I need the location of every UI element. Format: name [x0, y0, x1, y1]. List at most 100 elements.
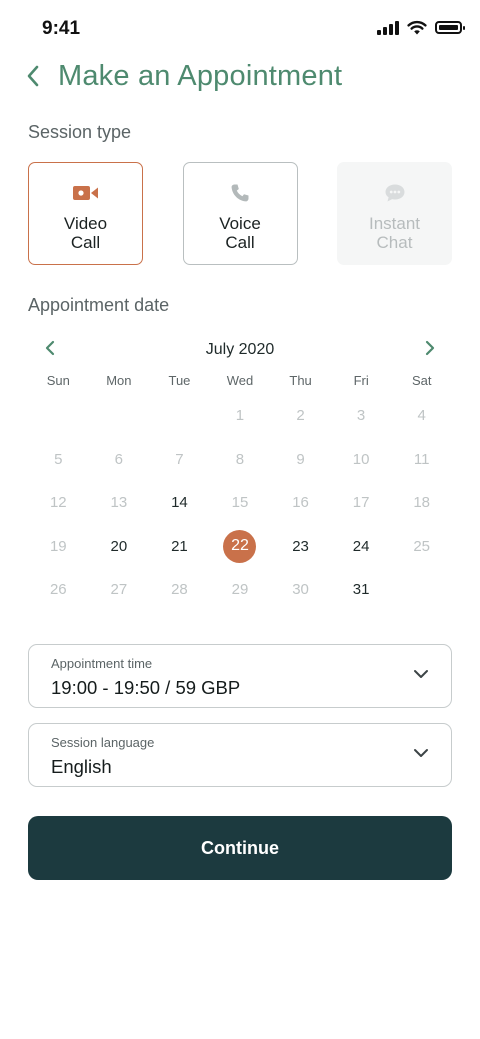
calendar-day: 7: [149, 438, 210, 482]
calendar-day-number: 26: [49, 581, 67, 599]
calendar-day-number: 17: [352, 494, 370, 512]
session-option-label: Instant Chat: [368, 214, 421, 252]
calendar-day-number: 12: [49, 494, 67, 512]
calendar-empty-cell: [28, 394, 89, 438]
calendar-day-selected[interactable]: 22: [210, 525, 271, 569]
session-language-label: Session language: [51, 735, 155, 750]
calendar-day-number: 15: [231, 494, 249, 512]
status-icons: [377, 20, 465, 35]
chevron-right-icon: [425, 340, 435, 356]
session-option-voice-call[interactable]: Voice Call: [182, 162, 298, 265]
weekday-label: Tue: [168, 373, 191, 388]
calendar-day: 13: [89, 481, 150, 525]
calendar-empty-cell: [89, 394, 150, 438]
calendar-day-number: 2: [296, 407, 305, 425]
calendar-day-number: 13: [110, 494, 128, 512]
calendar-day-number: 31: [352, 581, 370, 599]
battery-icon: [435, 21, 465, 34]
weekday-label: Sun: [46, 373, 70, 388]
session-language-dropdown[interactable]: Session language English: [28, 723, 452, 787]
weekday-label: Sat: [412, 373, 432, 388]
calendar-day[interactable]: 24: [331, 525, 392, 569]
continue-button[interactable]: Continue: [28, 816, 452, 880]
calendar-day[interactable]: 31: [331, 568, 392, 612]
calendar-day-number: 18: [413, 494, 430, 512]
calendar-day: 29: [210, 568, 271, 612]
page-title: Make an Appointment: [58, 59, 343, 92]
calendar-day-number: 19: [49, 537, 67, 555]
calendar-day-number: 22: [223, 529, 257, 563]
calendar-day-number: 16: [292, 494, 309, 512]
calendar-day-number: 21: [171, 537, 188, 555]
calendar: July 2020 Sun Mon Tue Wed Thu Fri Sat 12…: [28, 330, 452, 612]
appointment-time-value: 19:00 - 19:50 / 59 GBP: [51, 677, 241, 698]
calendar-day: 9: [270, 438, 331, 482]
calendar-day-number: 23: [292, 537, 309, 555]
calendar-day-number: 8: [235, 450, 245, 468]
calendar-header: July 2020: [28, 330, 452, 368]
video-camera-icon: [72, 181, 100, 205]
calendar-day-number: 28: [171, 581, 188, 599]
calendar-day: 10: [331, 438, 392, 482]
calendar-day-number: 25: [413, 537, 430, 555]
weekday-label: Wed: [226, 373, 254, 388]
calendar-days-grid: 1 2 3 4 5 6 7 8 9 10 11 12 13 14 15 16 17 18 19 20 21 22 23 24 2…: [28, 394, 452, 612]
calendar-day: 5: [28, 438, 89, 482]
chat-bubble-icon: [384, 181, 406, 205]
status-bar: 9:41: [0, 0, 480, 58]
cellular-signal-icon: [377, 20, 399, 35]
calendar-day[interactable]: 20: [89, 525, 150, 569]
calendar-day[interactable]: 23: [270, 525, 331, 569]
session-option-video-call[interactable]: Video Call: [28, 162, 143, 265]
calendar-day-number: 30: [292, 581, 309, 599]
calendar-day: 27: [89, 568, 150, 612]
chevron-left-icon: [27, 65, 39, 87]
calendar-day-number: 4: [417, 407, 426, 425]
calendar-day: 8: [210, 438, 271, 482]
weekday-header: Sun Mon Tue Wed Thu Fri Sat: [28, 373, 452, 388]
session-language-value: English: [51, 756, 112, 777]
calendar-day: 15: [210, 481, 271, 525]
appointment-date-label: Appointment date: [28, 295, 170, 315]
appointment-time-label: Appointment time: [51, 656, 153, 671]
phone-icon: [230, 181, 250, 205]
calendar-month-title: July 2020: [205, 341, 275, 358]
calendar-day-number: 5: [54, 450, 63, 468]
calendar-day: 19: [28, 525, 89, 569]
calendar-day: 12: [28, 481, 89, 525]
calendar-day: 25: [391, 525, 452, 569]
calendar-day: 17: [331, 481, 392, 525]
calendar-day-number: 3: [356, 407, 366, 425]
calendar-day-number: 11: [413, 450, 430, 468]
weekday-label: Thu: [289, 373, 312, 388]
calendar-day: 18: [391, 481, 452, 525]
status-time: 9:41: [42, 18, 81, 39]
calendar-day: 16: [270, 481, 331, 525]
back-button[interactable]: [26, 58, 46, 94]
weekday-label: Mon: [106, 373, 132, 388]
calendar-day-number: 24: [352, 537, 370, 555]
calendar-day[interactable]: 14: [149, 481, 210, 525]
calendar-day: 3: [331, 394, 392, 438]
calendar-day: 6: [89, 438, 150, 482]
calendar-day: 2: [270, 394, 331, 438]
calendar-day[interactable]: 21: [149, 525, 210, 569]
calendar-day-number: 1: [235, 407, 245, 425]
calendar-day: 11: [391, 438, 452, 482]
chevron-down-icon: [414, 670, 428, 678]
calendar-day-number: 20: [110, 537, 128, 555]
weekday-label: Fri: [353, 373, 369, 388]
next-month-button[interactable]: [418, 336, 442, 360]
session-option-label: Voice Call: [219, 214, 261, 252]
calendar-day-number: 6: [114, 450, 124, 468]
calendar-day: 30: [270, 568, 331, 612]
calendar-day-number: 27: [110, 581, 128, 599]
wifi-icon: [407, 20, 427, 35]
calendar-empty-cell: [149, 394, 210, 438]
session-option-instant-chat: Instant Chat: [337, 162, 452, 265]
calendar-day-number: 10: [352, 450, 370, 468]
calendar-day-number: 14: [171, 494, 188, 512]
header: Make an Appointment: [26, 58, 342, 94]
appointment-time-dropdown[interactable]: Appointment time 19:00 - 19:50 / 59 GBP: [28, 644, 452, 708]
calendar-day-number: 9: [296, 450, 305, 468]
